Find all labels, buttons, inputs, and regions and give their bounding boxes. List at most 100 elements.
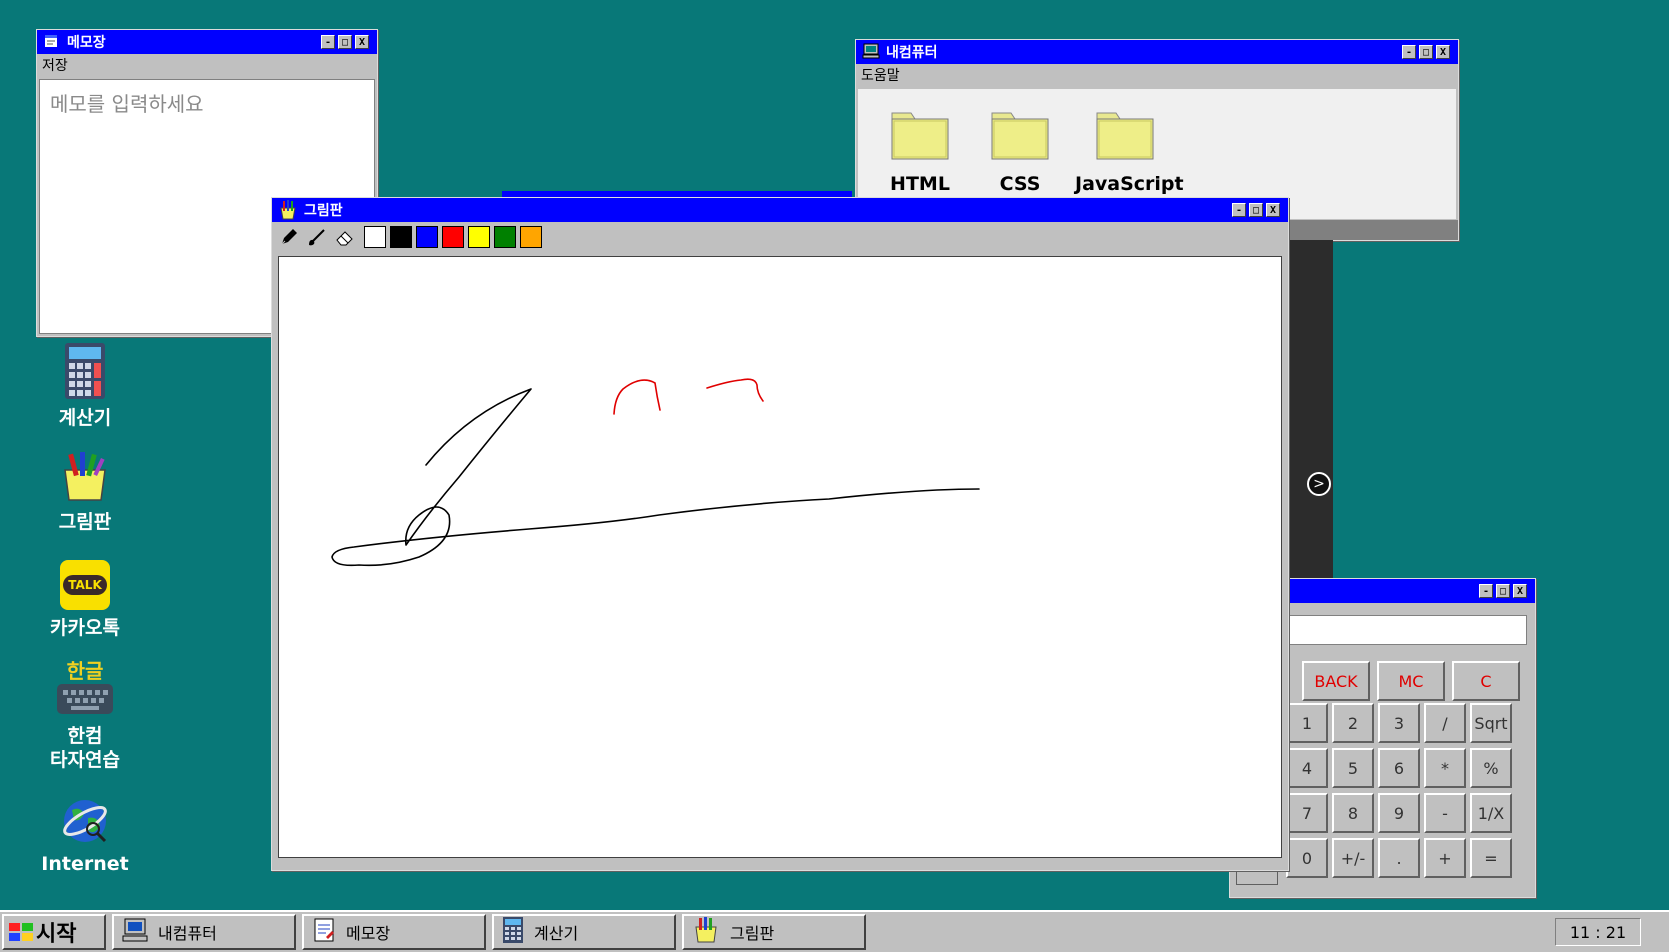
folder-label: HTML — [890, 173, 950, 195]
minimize-button[interactable]: - — [1232, 203, 1246, 217]
folder-css[interactable]: CSS — [975, 109, 1065, 195]
task-paint[interactable]: 그림판 — [682, 914, 866, 950]
close-button[interactable]: X — [355, 35, 369, 49]
hancom-badge: 한글 — [66, 659, 104, 683]
calc-button[interactable]: 1/X — [1470, 793, 1512, 833]
calc-button[interactable]: - — [1424, 793, 1466, 833]
color-swatch[interactable] — [494, 226, 516, 248]
mycomputer-titlebar[interactable]: 내컴퓨터 - □ X — [856, 40, 1458, 64]
calc-button[interactable]: * — [1424, 748, 1466, 788]
calc-button[interactable]: BACK — [1302, 661, 1370, 701]
paint-titlebar[interactable]: 그림판 - □ X — [272, 198, 1288, 222]
mycomputer-menubar: 도움말 — [856, 64, 1458, 85]
calc-button[interactable]: + — [1424, 838, 1466, 878]
calc-button[interactable]: 3 — [1378, 703, 1420, 743]
folder-html[interactable]: HTML — [875, 109, 965, 195]
color-swatch[interactable] — [442, 226, 464, 248]
calculator-icon — [502, 916, 524, 948]
calc-button[interactable]: 9 — [1378, 793, 1420, 833]
calc-button[interactable]: C — [1452, 661, 1520, 701]
desktop-icon-kakaotalk[interactable]: TALK 카카오톡 — [30, 560, 140, 640]
calc-button[interactable]: MC — [1377, 661, 1445, 701]
calc-button[interactable]: 4 — [1286, 748, 1328, 788]
maximize-button[interactable]: □ — [1249, 203, 1263, 217]
desktop-icon-paint[interactable]: 그림판 — [30, 448, 140, 534]
minimize-button[interactable]: - — [321, 35, 335, 49]
computer-icon — [122, 918, 148, 946]
calc-button[interactable]: % — [1470, 748, 1512, 788]
desktop-icon-internet[interactable]: Internet — [30, 796, 140, 876]
task-label: 내컴퓨터 — [158, 924, 217, 943]
desktop-icon-label: 카카오톡 — [50, 617, 120, 639]
start-button[interactable]: 시작 — [2, 914, 106, 950]
calc-button[interactable]: Sqrt — [1470, 703, 1512, 743]
paint-toolbar — [272, 222, 1288, 252]
paint-icon — [57, 448, 113, 504]
close-button[interactable]: X — [1266, 203, 1280, 217]
task-label: 메모장 — [346, 924, 391, 943]
start-label: 시작 — [36, 922, 77, 947]
notepad-titlebar[interactable]: 메모장 - □ X — [37, 30, 377, 54]
mycomputer-title: 내컴퓨터 — [886, 45, 938, 61]
desktop-icon-hancom-typing[interactable]: 한글 한컴 타자연습 — [30, 660, 140, 772]
color-swatch[interactable] — [416, 226, 438, 248]
maximize-button[interactable]: □ — [1419, 45, 1433, 59]
color-swatch[interactable] — [520, 226, 542, 248]
calc-button[interactable]: 0 — [1286, 838, 1328, 878]
internet-icon — [60, 796, 110, 846]
hidden-browser-panel: > — [1283, 240, 1333, 580]
color-swatch[interactable] — [364, 226, 386, 248]
minimize-button[interactable]: - — [1479, 584, 1493, 598]
eraser-icon[interactable] — [332, 226, 358, 248]
color-swatch[interactable] — [468, 226, 490, 248]
kakaotalk-icon: TALK — [60, 560, 110, 610]
calc-button[interactable]: 1 — [1286, 703, 1328, 743]
task-label: 계산기 — [534, 924, 579, 943]
desktop-icon-label-line2: 타자연습 — [50, 749, 120, 771]
notepad-icon — [43, 33, 61, 51]
color-swatch[interactable] — [390, 226, 412, 248]
folder-label: JavaScript — [1075, 173, 1184, 195]
minimize-button[interactable]: - — [1402, 45, 1416, 59]
task-notepad[interactable]: 메모장 — [302, 914, 486, 950]
desktop-icon-label-line1: 한컴 — [67, 725, 103, 747]
paint-window: 그림판 - □ X — [271, 197, 1289, 871]
paint-icon — [278, 200, 298, 220]
calc-button[interactable]: 7 — [1286, 793, 1328, 833]
calc-button[interactable]: +/- — [1332, 838, 1374, 878]
folder-javascript[interactable]: JavaScript — [1075, 109, 1184, 195]
canvas-drawing — [331, 378, 980, 567]
paint-title: 그림판 — [304, 203, 343, 219]
close-button[interactable]: X — [1436, 45, 1450, 59]
hancom-typing-icon: 한글 — [55, 660, 115, 718]
memo-placeholder: 메모를 입력하세요 — [50, 92, 204, 116]
calc-button[interactable]: / — [1424, 703, 1466, 743]
menu-item-help[interactable]: 도움말 — [861, 65, 900, 85]
computer-icon — [862, 43, 880, 61]
brush-icon[interactable] — [304, 226, 330, 248]
next-arrow-button[interactable]: > — [1307, 472, 1331, 496]
desktop-icon-calculator[interactable]: 계산기 — [30, 342, 140, 430]
calc-button[interactable]: . — [1378, 838, 1420, 878]
calc-button[interactable]: 8 — [1332, 793, 1374, 833]
calc-button[interactable]: 5 — [1332, 748, 1374, 788]
notepad-menubar: 저장 — [37, 54, 377, 75]
close-button[interactable]: X — [1513, 584, 1527, 598]
desktop-icon-label: 그림판 — [58, 511, 112, 533]
desktop-icon-label: Internet — [41, 853, 129, 875]
windows-logo-icon — [8, 921, 34, 943]
task-mycomputer[interactable]: 내컴퓨터 — [112, 914, 296, 950]
folder-label: CSS — [999, 173, 1041, 195]
calc-button[interactable]: 2 — [1332, 703, 1374, 743]
paint-icon — [692, 916, 720, 948]
calc-button[interactable]: = — [1470, 838, 1512, 878]
calc-button[interactable]: 6 — [1378, 748, 1420, 788]
maximize-button[interactable]: □ — [338, 35, 352, 49]
kakaotalk-badge: TALK — [63, 575, 107, 595]
task-calculator[interactable]: 계산기 — [492, 914, 676, 950]
notepad-icon — [312, 917, 336, 947]
maximize-button[interactable]: □ — [1496, 584, 1510, 598]
menu-item-save[interactable]: 저장 — [42, 55, 68, 75]
drawing-canvas[interactable] — [278, 256, 1282, 858]
pen-icon[interactable] — [276, 226, 302, 248]
